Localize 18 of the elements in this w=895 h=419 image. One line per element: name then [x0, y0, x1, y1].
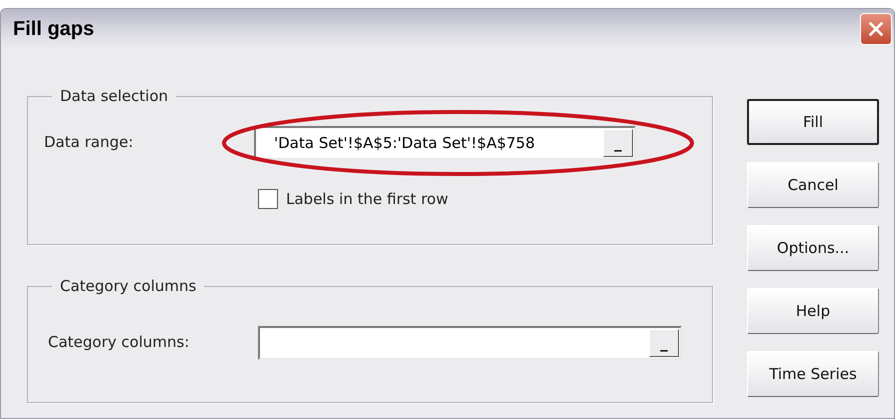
dialog-button[interactable]: Time Series — [747, 351, 879, 397]
group-legend: Category columns — [52, 275, 204, 298]
range-picker-button[interactable]: _ — [603, 128, 633, 156]
field-label: Category columns: — [47, 332, 190, 354]
dialog-button[interactable]: Options... — [747, 225, 879, 271]
close-button[interactable] — [860, 13, 892, 45]
checkbox-label: Labels in the first row — [286, 188, 448, 210]
range-picker-button[interactable]: _ — [649, 328, 679, 356]
window-title: Fill gaps — [13, 17, 94, 42]
dialog-button[interactable]: Fill — [747, 99, 879, 145]
group-legend: Data selection — [52, 85, 176, 108]
dialog-button[interactable]: Cancel — [747, 162, 879, 208]
field-label: Data range: — [44, 132, 134, 154]
input-field[interactable]: 'Data Set'!$A$5:'Data Set'!$A$758 _ — [254, 126, 636, 160]
input-field[interactable]: _ — [258, 326, 682, 360]
dialog-button[interactable]: Help — [747, 288, 879, 334]
close-icon — [867, 20, 885, 38]
checkbox[interactable] — [258, 188, 278, 209]
